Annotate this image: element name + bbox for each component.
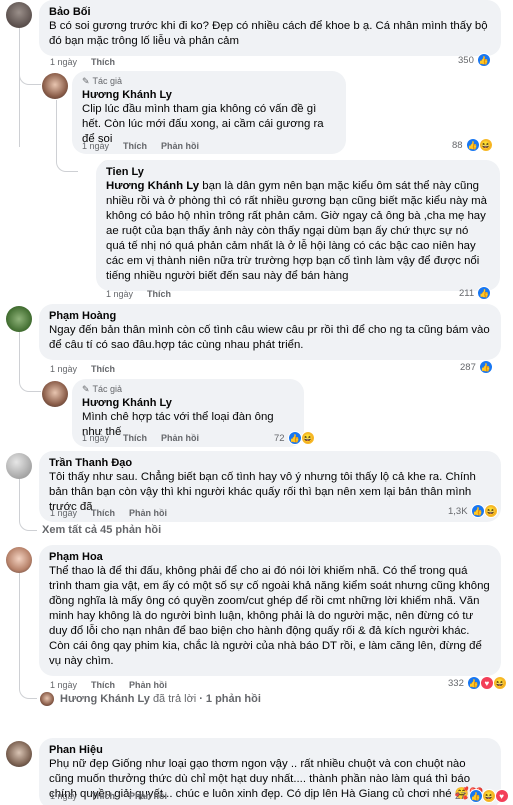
commenter-name[interactable]: Hương Khánh Ly <box>82 396 294 410</box>
mention-link[interactable]: Hương Khánh Ly <box>106 180 199 192</box>
replied-text: đã trả lời <box>152 693 197 705</box>
separator-dot: · <box>199 693 203 705</box>
like-button[interactable]: Thích <box>91 508 115 519</box>
reaction-count[interactable]: 350 👍 <box>458 52 491 68</box>
like-reaction-icon: 👍 <box>478 360 493 374</box>
comment-actions: 1 ngày Thích Phản hồi <box>50 508 167 519</box>
author-badge: ✎ Tác giả <box>82 76 123 86</box>
like-button[interactable]: Thích <box>91 57 115 68</box>
timestamp[interactable]: 1 ngày <box>82 433 109 444</box>
like-button[interactable]: Thích <box>91 364 115 375</box>
like-button[interactable]: Thích <box>123 141 147 152</box>
commenter-name[interactable]: Trần Thanh Đạo <box>49 456 491 470</box>
reply-button[interactable]: Phản hồi <box>129 680 167 691</box>
timestamp[interactable]: 1 ngày <box>50 791 77 802</box>
reaction-count[interactable]: 332 👍 ♥ 😆 <box>448 675 507 691</box>
comment-actions: 1 ngày Thích <box>50 57 115 68</box>
comment-text: B có soi gương trước khi đi ko? Đẹp có n… <box>49 20 488 47</box>
like-reaction-icon: 👍 <box>476 53 491 67</box>
heart-reaction-icon: ♥ <box>479 676 494 690</box>
timestamp[interactable]: 1 ngày <box>106 289 133 300</box>
heart-reaction-icon: ♥ <box>494 789 509 803</box>
timestamp[interactable]: 1 ngày <box>50 508 77 519</box>
like-reaction-icon: 👍 <box>470 504 485 518</box>
reaction-number: 88 <box>452 139 463 151</box>
like-button[interactable]: Thích <box>91 791 115 802</box>
reply-count: 1 phản hồi <box>205 693 261 705</box>
avatar <box>40 692 54 706</box>
haha-reaction-icon: 😆 <box>483 504 498 518</box>
comment-actions: 1 ngày Thích <box>50 364 115 375</box>
comment-text: Ngay đến bản thân mình còn cố tình câu w… <box>49 324 490 351</box>
haha-reaction-icon: 😆 <box>478 138 493 152</box>
haha-reaction-icon: 😆 <box>492 676 507 690</box>
reply-button[interactable]: Phản hồi <box>161 433 199 444</box>
avatar[interactable] <box>6 453 32 479</box>
avatar[interactable] <box>42 73 68 99</box>
timestamp[interactable]: 1 ngày <box>50 680 77 691</box>
view-all-replies-link[interactable]: Xem tất cả 45 phản hồi <box>42 524 161 536</box>
reaction-count[interactable]: 287 👍 <box>460 359 493 375</box>
commenter-name[interactable]: Phạm Hoa <box>49 550 491 564</box>
reaction-count[interactable]: 27 👍 😆 ♥ <box>455 788 509 804</box>
timestamp[interactable]: 1 ngày <box>50 364 77 375</box>
reaction-number: 211 <box>459 287 475 299</box>
haha-reaction-icon: 😆 <box>300 431 315 445</box>
author-replied-link[interactable]: Hương Khánh Ly đã trả lời · 1 phản hồi <box>40 692 261 706</box>
author-badge: ✎ Tác giả <box>82 384 123 394</box>
comment-bubble: Tien Ly Hương Khánh Ly bạn là dân gym nê… <box>96 160 500 291</box>
commenter-name[interactable]: Phan Hiệu <box>49 743 491 757</box>
reaction-number: 332 <box>448 677 464 689</box>
like-reaction-icon: 👍 <box>465 138 480 152</box>
like-button[interactable]: Thích <box>91 680 115 691</box>
pencil-icon: ✎ <box>82 76 90 86</box>
pencil-icon: ✎ <box>82 384 90 394</box>
comment-bubble: Bảo Bối B có soi gương trước khi đi ko? … <box>39 0 501 56</box>
reply-button[interactable]: Phản hồi <box>129 791 167 802</box>
comment-text: Thể thao là để thi đấu, không phải để ch… <box>49 565 490 667</box>
like-reaction-icon: 👍 <box>466 676 481 690</box>
avatar[interactable] <box>6 547 32 573</box>
avatar[interactable] <box>6 2 32 28</box>
timestamp[interactable]: 1 ngày <box>82 141 109 152</box>
comment-actions: 1 ngày Thích Phản hồi <box>50 680 167 691</box>
avatar[interactable] <box>6 741 32 767</box>
comment-bubble: Phạm Hoa Thể thao là để thi đấu, không p… <box>39 545 501 676</box>
reaction-number: 27 <box>455 790 466 802</box>
comment-actions: 1 ngày Thích Phản hồi <box>50 791 167 802</box>
comment-bubble: Phạm Hoàng Ngay đến bản thân mình còn cố… <box>39 304 501 360</box>
reply-button[interactable]: Phản hồi <box>129 508 167 519</box>
reaction-count[interactable]: 1,3K 👍 😆 <box>448 503 498 519</box>
reaction-number: 1,3K <box>448 505 468 517</box>
comment-text: Hương Khánh Ly bạn là dân gym nên bạn mặ… <box>106 180 487 282</box>
reaction-number: 350 <box>458 54 474 66</box>
like-button[interactable]: Thích <box>147 289 171 300</box>
haha-reaction-icon: 😆 <box>481 789 496 803</box>
commenter-name[interactable]: Tien Ly <box>106 165 490 179</box>
avatar[interactable] <box>42 381 68 407</box>
like-reaction-icon: 👍 <box>468 789 483 803</box>
commenter-name[interactable]: Phạm Hoàng <box>49 309 491 323</box>
avatar[interactable] <box>6 306 32 332</box>
reaction-count[interactable]: 72 👍 😆 <box>274 430 315 446</box>
replier-name: Hương Khánh Ly <box>60 693 150 705</box>
reaction-number: 72 <box>274 432 285 444</box>
reaction-number: 287 <box>460 361 476 373</box>
commenter-name[interactable]: Hương Khánh Ly <box>82 88 336 102</box>
reaction-count[interactable]: 211 👍 <box>459 285 492 301</box>
reaction-count[interactable]: 88 👍 😆 <box>452 137 493 153</box>
comment-actions: 1 ngày Thích Phản hồi <box>82 141 199 152</box>
like-reaction-icon: 👍 <box>287 431 302 445</box>
like-button[interactable]: Thích <box>123 433 147 444</box>
comment-actions: 1 ngày Thích <box>106 289 171 300</box>
commenter-name[interactable]: Bảo Bối <box>49 5 491 19</box>
like-reaction-icon: 👍 <box>477 286 492 300</box>
timestamp[interactable]: 1 ngày <box>50 57 77 68</box>
comment-actions: 1 ngày Thích Phản hồi <box>82 433 199 444</box>
reply-button[interactable]: Phản hồi <box>161 141 199 152</box>
